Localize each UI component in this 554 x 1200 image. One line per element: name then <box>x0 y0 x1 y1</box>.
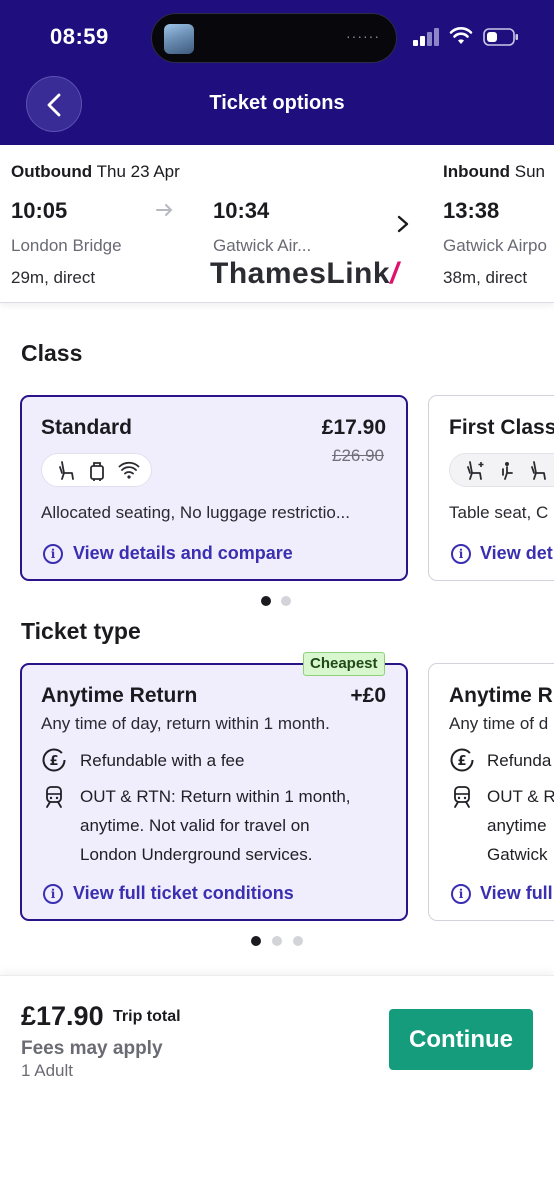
refund-pound-icon: £ <box>450 748 474 772</box>
carousel-dot[interactable] <box>251 936 261 946</box>
amenities-pill <box>41 453 152 487</box>
waveform-icon: ······ <box>346 28 380 44</box>
battery-icon <box>483 28 518 46</box>
refund-pound-icon: £ <box>42 748 66 772</box>
ticket-card-anytime-return-alt[interactable]: Anytime R Any time of d £ Refunda OUT & … <box>428 663 554 921</box>
ticket-card-subtitle: Any time of d <box>449 714 549 733</box>
svg-text:£: £ <box>49 754 58 769</box>
continue-button[interactable]: Continue <box>389 1009 533 1070</box>
wifi-icon <box>118 461 140 479</box>
trip-total-price: £17.90 <box>21 1001 104 1031</box>
dynamic-island: ······ <box>151 13 397 63</box>
view-details-link[interactable]: View det <box>480 543 553 564</box>
view-ticket-conditions-link[interactable]: View full ticket conditions <box>73 883 294 904</box>
journey-summary[interactable]: Outbound Thu 23 Apr 10:05 10:34 London B… <box>0 145 554 303</box>
view-ticket-conditions-link[interactable]: View full <box>480 883 553 904</box>
info-icon: i <box>43 884 63 904</box>
class-card-old-price: £26.90 <box>332 446 384 465</box>
ticket-type-section-title: Ticket type <box>21 618 141 644</box>
train-icon <box>46 786 62 808</box>
wifi-icon <box>449 27 473 44</box>
inbound-label: Inbound <box>443 162 511 181</box>
condition-line: London Underground services. <box>80 845 313 864</box>
class-card-first[interactable]: First Class Table seat, C i View det <box>428 395 554 581</box>
info-icon: i <box>451 544 471 564</box>
info-icon: i <box>451 884 471 904</box>
carousel-dot[interactable] <box>281 596 291 606</box>
outbound-destination: Gatwick Air... <box>213 236 312 255</box>
thameslink-logo: ThamesLink/ <box>210 257 399 291</box>
train-icon <box>454 786 470 808</box>
page-title: Ticket options <box>209 92 345 114</box>
refund-text: Refundable with a fee <box>80 751 245 770</box>
outbound-depart-time: 10:05 <box>11 198 68 223</box>
ticket-card-subtitle: Any time of day, return within 1 month. <box>41 714 330 733</box>
ticket-options-screen: 08:59 ······ Ticket options Outbound Thu… <box>0 0 554 1200</box>
ticket-card-title: Anytime Return <box>41 684 198 707</box>
refund-text: Refunda <box>487 751 552 770</box>
cellular-signal-icon <box>413 28 441 46</box>
class-section-title: Class <box>21 340 83 366</box>
ticket-card-title: Anytime R <box>449 684 553 707</box>
seat-icon <box>531 461 546 480</box>
carousel-dot[interactable] <box>293 936 303 946</box>
inbound-date: Sun <box>514 162 546 181</box>
view-details-link[interactable]: View details and compare <box>73 543 293 564</box>
passenger-count: 1 Adult <box>21 1061 73 1080</box>
class-card-price: £17.90 <box>321 416 386 439</box>
outbound-duration: 29m, direct <box>11 268 96 287</box>
outbound-date: Thu 23 Apr <box>96 162 180 181</box>
condition-line: anytime <box>487 816 547 835</box>
inbound-origin: Gatwick Airpo <box>443 236 547 255</box>
class-card-description: Allocated seating, No luggage restrictio… <box>41 503 351 522</box>
inbound-duration: 38m, direct <box>443 268 528 287</box>
class-card-description: Table seat, C <box>449 503 549 522</box>
carousel-dot[interactable] <box>272 936 282 946</box>
trip-total-label: Trip total <box>113 1008 181 1025</box>
thameslink-slash: / <box>390 257 399 290</box>
amenities-pill <box>449 453 554 487</box>
seat-icon <box>59 461 74 480</box>
arrow-right-icon <box>156 204 173 216</box>
outbound-heading: Outbound Thu 23 Apr <box>11 162 180 182</box>
class-card-standard[interactable]: Standard £17.90 £26.90 Allocated seating… <box>20 395 408 581</box>
outbound-origin: London Bridge <box>11 236 122 255</box>
class-card-title: Standard <box>41 416 133 439</box>
inbound-heading: Inbound Sun <box>443 162 545 182</box>
status-time: 08:59 <box>50 24 109 49</box>
carousel-dot[interactable] <box>261 596 271 606</box>
class-card-title: First Class <box>449 416 554 439</box>
thameslink-wordmark: ThamesLink <box>210 257 391 290</box>
inbound-depart-time: 13:38 <box>443 198 500 223</box>
svg-text:£: £ <box>457 754 466 769</box>
outbound-label: Outbound <box>11 162 93 181</box>
ticket-card-price: +£0 <box>350 684 386 707</box>
ticket-card-anytime-return[interactable]: Anytime Return +£0 Any time of day, retu… <box>20 663 408 921</box>
fees-note: Fees may apply <box>21 1038 163 1059</box>
checkout-footer: £17.90 Trip total Fees may apply 1 Adult… <box>0 975 554 1200</box>
app-header: 08:59 ······ Ticket options <box>0 0 554 145</box>
media-thumbnail-icon <box>164 24 194 54</box>
chevron-right-icon[interactable] <box>396 215 410 233</box>
outbound-arrive-time: 10:34 <box>213 198 270 223</box>
condition-line: OUT & RTN: Return within 1 month, <box>80 787 351 806</box>
condition-line: anytime. Not valid for travel on <box>80 816 310 835</box>
info-icon: i <box>43 544 63 564</box>
condition-line: Gatwick <box>487 845 548 864</box>
luggage-icon <box>90 462 104 481</box>
seat-plus-icon <box>467 461 484 480</box>
condition-line: OUT & R <box>487 787 554 806</box>
person-seat-icon <box>502 462 513 480</box>
cheapest-badge: Cheapest <box>303 652 385 676</box>
